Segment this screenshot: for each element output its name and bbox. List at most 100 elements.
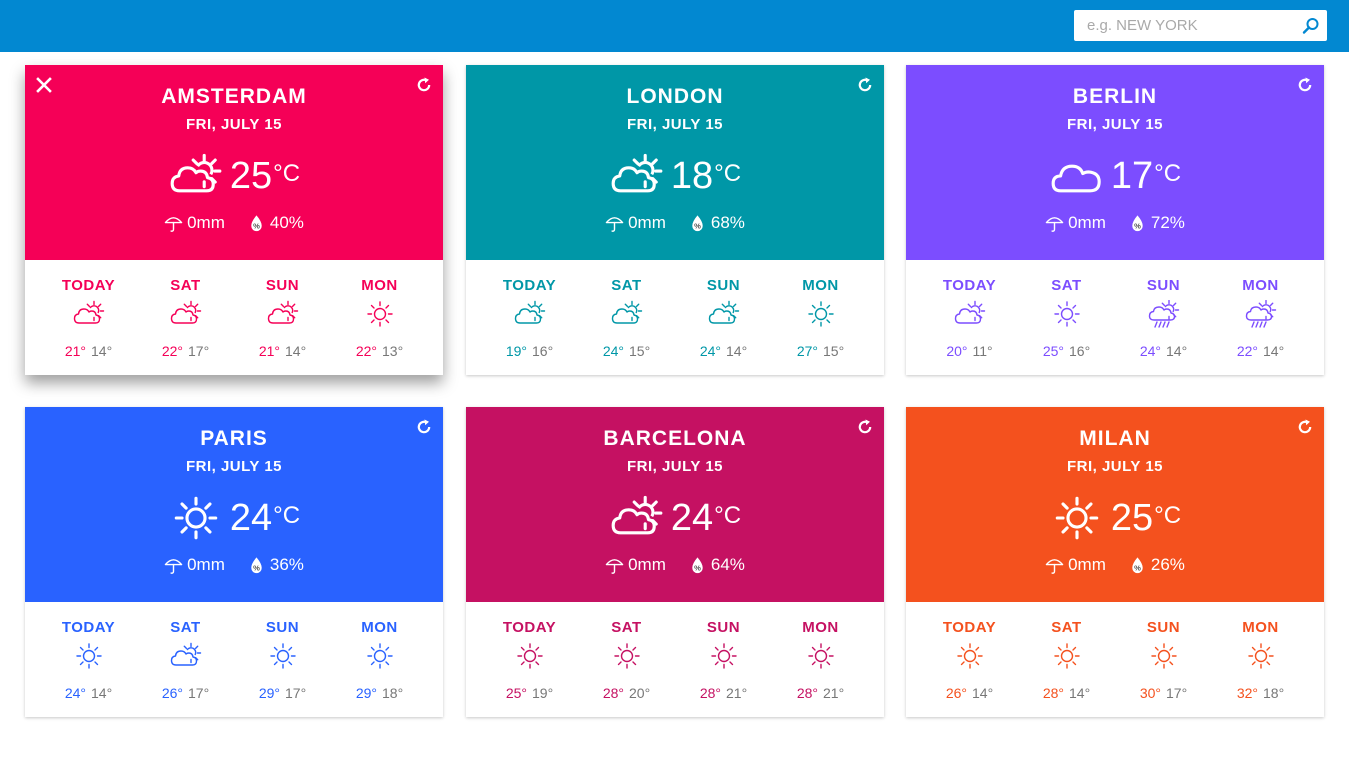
high-temp: 20° bbox=[946, 343, 968, 359]
temperature-unit: °C bbox=[714, 502, 742, 529]
umbrella-icon bbox=[605, 556, 628, 575]
city-name: BARCELONA bbox=[603, 427, 747, 450]
forecast-day-mon: MON 27° 15° bbox=[772, 260, 869, 375]
forecast-day-name: SAT bbox=[611, 619, 642, 636]
low-temp: 14° bbox=[91, 685, 113, 701]
weather-icon bbox=[1049, 495, 1111, 541]
forecast-day-sat: SAT 28° 20° bbox=[578, 602, 675, 717]
high-temp: 22° bbox=[161, 343, 183, 359]
weather-card-paris[interactable]: PARIS FRI, JULY 15 24 °C 0mm % 36% TODAY 24… bbox=[25, 407, 443, 717]
forecast-day-name: SAT bbox=[1051, 619, 1082, 636]
precipitation: 0mm bbox=[605, 213, 666, 233]
low-temp: 14° bbox=[972, 685, 994, 701]
weather-card-amsterdam[interactable]: AMSTERDAM FRI, JULY 15 25 °C 0mm % 40% TOD… bbox=[25, 65, 443, 375]
date-label: FRI, JULY 15 bbox=[185, 458, 283, 475]
temperature-unit: °C bbox=[1154, 160, 1182, 187]
current-temperature: 17 bbox=[1110, 155, 1154, 197]
high-temp: 30° bbox=[1139, 685, 1161, 701]
forecast-day-sun: SUN 21° 14° bbox=[234, 260, 331, 375]
card-header: BERLIN FRI, JULY 15 17 °C 0mm % 72% bbox=[906, 65, 1324, 260]
forecast-day-sun: SUN 28° 21° bbox=[675, 602, 772, 717]
temperature-unit: °C bbox=[714, 160, 742, 187]
precipitation: 0mm bbox=[605, 555, 666, 575]
forecast-day-sun: SUN 24° 14° bbox=[1115, 260, 1212, 375]
low-temp: 16° bbox=[532, 343, 554, 359]
city-name: PARIS bbox=[200, 427, 268, 450]
top-bar bbox=[0, 0, 1349, 52]
high-temp: 19° bbox=[505, 343, 527, 359]
forecast-temps: 21° 14° bbox=[234, 343, 331, 359]
humidity-value: 36% bbox=[269, 555, 304, 574]
low-temp: 21° bbox=[726, 685, 748, 701]
precipitation: 0mm bbox=[164, 555, 225, 575]
svg-text:%: % bbox=[253, 563, 260, 572]
forecast-temps: 24° 15° bbox=[578, 343, 675, 359]
svg-text:%: % bbox=[694, 563, 701, 572]
high-temp: 25° bbox=[505, 685, 527, 701]
high-temp: 28° bbox=[602, 685, 624, 701]
forecast-day-sun: SUN 29° 17° bbox=[234, 602, 331, 717]
forecast-day-sat: SAT 24° 15° bbox=[578, 260, 675, 375]
low-temp: 14° bbox=[1263, 343, 1285, 359]
weather-stats: 0mm % 72% bbox=[906, 213, 1324, 233]
date-label: FRI, JULY 15 bbox=[626, 458, 724, 475]
forecast-day-today: TODAY 20° 11° bbox=[921, 260, 1018, 375]
weather-icon bbox=[168, 153, 230, 199]
low-temp: 19° bbox=[532, 685, 554, 701]
low-temp: 14° bbox=[726, 343, 748, 359]
humidity: % 36% bbox=[247, 555, 304, 575]
high-temp: 32° bbox=[1236, 685, 1258, 701]
humidity-value: 72% bbox=[1150, 213, 1185, 232]
humidity-drop-icon: % bbox=[247, 214, 270, 233]
forecast-temps: 28° 21° bbox=[675, 685, 772, 701]
forecast-temps: 22° 14° bbox=[1212, 343, 1309, 359]
svg-text:%: % bbox=[253, 221, 260, 230]
high-temp: 27° bbox=[796, 343, 818, 359]
current-temperature: 24 bbox=[229, 497, 273, 539]
forecast-day-name: SUN bbox=[1146, 277, 1181, 294]
high-temp: 29° bbox=[258, 685, 280, 701]
precipitation: 0mm bbox=[1045, 555, 1106, 575]
forecast-temps: 24° 14° bbox=[40, 685, 137, 701]
forecast-temps: 28° 21° bbox=[772, 685, 869, 701]
current-temperature: 25 bbox=[1110, 497, 1154, 539]
search-icon[interactable] bbox=[1301, 16, 1321, 36]
forecast-day-name: MON bbox=[361, 619, 398, 636]
weather-card-berlin[interactable]: BERLIN FRI, JULY 15 17 °C 0mm % 72% TODAY 2… bbox=[906, 65, 1324, 375]
forecast-temps: 21° 14° bbox=[40, 343, 137, 359]
low-temp: 11° bbox=[972, 343, 993, 359]
forecast-temps: 19° 16° bbox=[481, 343, 578, 359]
forecast-day-today: TODAY 26° 14° bbox=[921, 602, 1018, 717]
city-name: MILAN bbox=[1079, 427, 1151, 450]
forecast-day-name: TODAY bbox=[942, 277, 997, 294]
search-box bbox=[1074, 10, 1327, 41]
forecast-day-name: TODAY bbox=[502, 277, 557, 294]
high-temp: 21° bbox=[64, 343, 86, 359]
forecast-temps: 28° 20° bbox=[578, 685, 675, 701]
forecast-day-name: SUN bbox=[265, 277, 300, 294]
low-temp: 14° bbox=[91, 343, 113, 359]
weather-card-milan[interactable]: MILAN FRI, JULY 15 25 °C 0mm % 26% TODAY 26… bbox=[906, 407, 1324, 717]
umbrella-icon bbox=[605, 214, 628, 233]
weather-icon bbox=[1049, 153, 1111, 199]
weather-card-london[interactable]: LONDON FRI, JULY 15 18 °C 0mm % 68% TODAY 1… bbox=[466, 65, 884, 375]
search-input[interactable] bbox=[1074, 10, 1294, 41]
high-temp: 21° bbox=[258, 343, 280, 359]
forecast-temps: 32° 18° bbox=[1212, 685, 1309, 701]
forecast-temps: 25° 16° bbox=[1018, 343, 1115, 359]
forecast-day-sat: SAT 25° 16° bbox=[1018, 260, 1115, 375]
forecast-day-name: MON bbox=[1242, 619, 1279, 636]
weather-stats: 0mm % 68% bbox=[466, 213, 884, 233]
city-name: BERLIN bbox=[1072, 85, 1158, 108]
precipitation: 0mm bbox=[164, 213, 225, 233]
svg-text:%: % bbox=[694, 221, 701, 230]
high-temp: 24° bbox=[64, 685, 86, 701]
weather-card-barcelona[interactable]: BARCELONA FRI, JULY 15 24 °C 0mm % 64% TOD… bbox=[466, 407, 884, 717]
svg-text:%: % bbox=[1134, 221, 1141, 230]
low-temp: 20° bbox=[629, 685, 651, 701]
forecast-day-sat: SAT 26° 17° bbox=[137, 602, 234, 717]
forecast-day-name: SUN bbox=[706, 277, 741, 294]
forecast-day-mon: MON 28° 21° bbox=[772, 602, 869, 717]
forecast-day-mon: MON 32° 18° bbox=[1212, 602, 1309, 717]
card-header: BARCELONA FRI, JULY 15 24 °C 0mm % 64% bbox=[466, 407, 884, 602]
